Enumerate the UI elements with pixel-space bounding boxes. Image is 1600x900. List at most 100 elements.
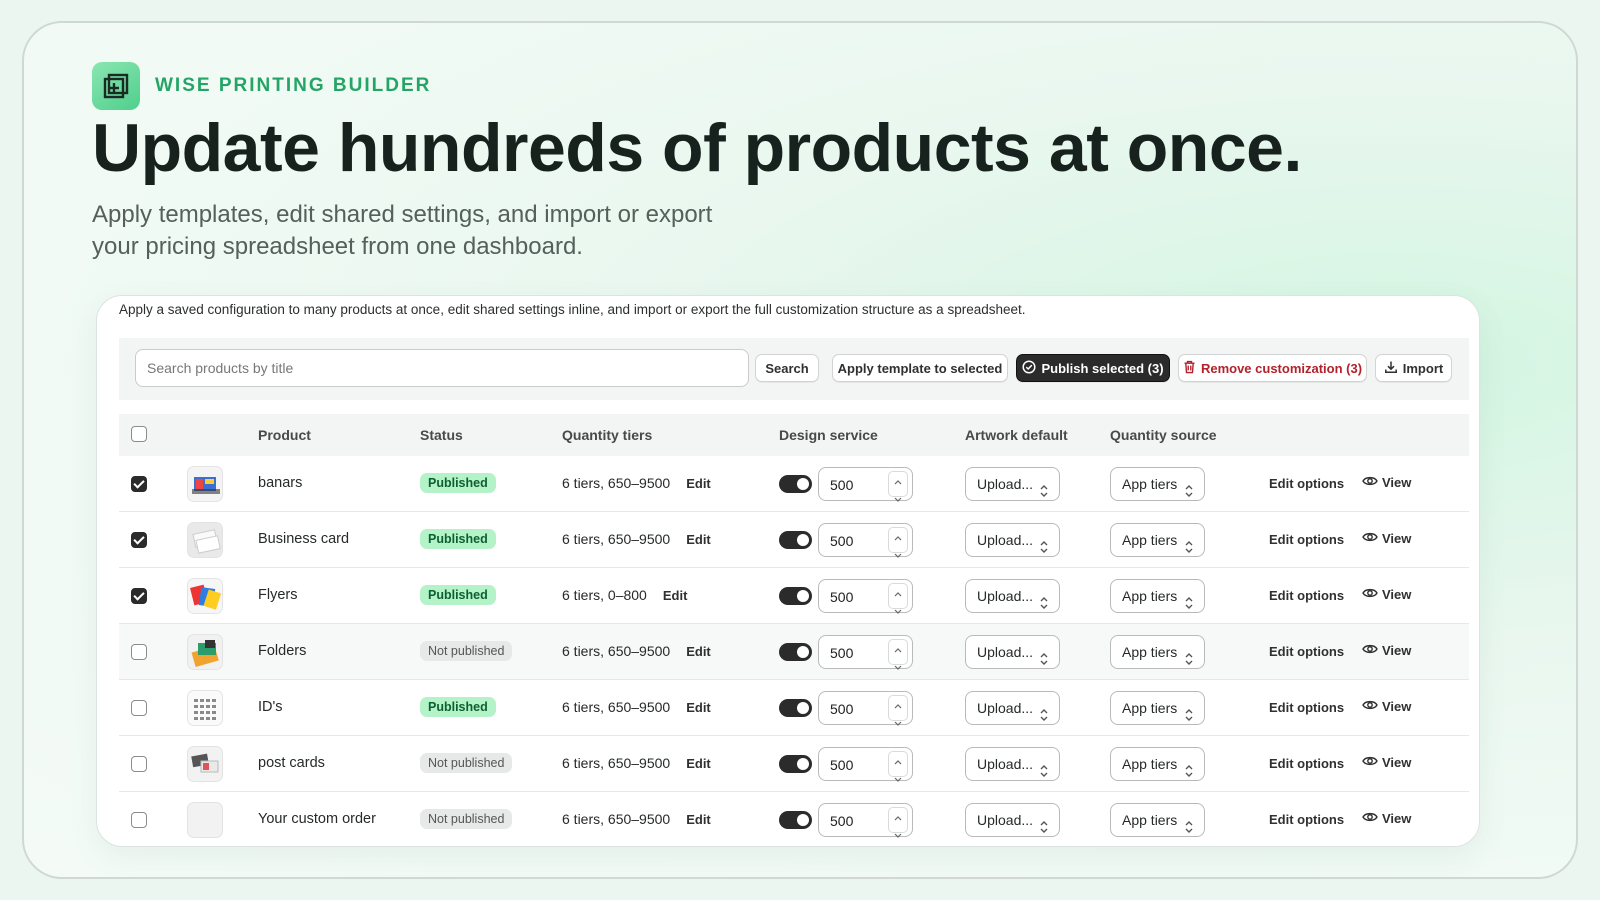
design-service-toggle[interactable]: [779, 643, 812, 661]
remove-customization-button[interactable]: Remove customization (3): [1178, 354, 1367, 382]
column-quantity-tiers[interactable]: Quantity tiers: [562, 427, 652, 443]
apply-template-button[interactable]: Apply template to selected: [832, 354, 1008, 382]
product-name[interactable]: Folders: [258, 643, 306, 659]
row-checkbox[interactable]: [131, 812, 147, 828]
design-price-stepper[interactable]: 500: [818, 467, 913, 502]
select-all-checkbox[interactable]: [131, 426, 147, 442]
publish-selected-button[interactable]: Publish selected (3): [1016, 354, 1170, 382]
brand-name: WISE PRINTING BUILDER: [155, 75, 432, 96]
edit-tiers-link[interactable]: Edit: [663, 588, 688, 603]
quantity-source-select[interactable]: App tiers: [1110, 579, 1205, 613]
product-name[interactable]: Business card: [258, 531, 349, 547]
quantity-tiers-text: 6 tiers, 0–800: [562, 587, 647, 603]
edit-tiers-link[interactable]: Edit: [686, 476, 711, 491]
product-name[interactable]: post cards: [258, 755, 325, 771]
view-link[interactable]: View: [1362, 699, 1411, 714]
chevron-up-icon[interactable]: [893, 696, 903, 714]
edit-tiers-link[interactable]: Edit: [686, 756, 711, 771]
row-checkbox[interactable]: [131, 756, 147, 772]
quantity-tiers-text: 6 tiers, 650–9500: [562, 643, 671, 659]
product-name[interactable]: banars: [258, 475, 302, 491]
design-price-stepper[interactable]: 500: [818, 747, 913, 782]
design-service-toggle[interactable]: [779, 587, 812, 605]
product-name[interactable]: Flyers: [258, 587, 297, 603]
edit-options-link[interactable]: Edit options: [1269, 644, 1344, 659]
quantity-source-select[interactable]: App tiers: [1110, 523, 1205, 557]
view-link[interactable]: View: [1362, 643, 1411, 658]
artwork-default-select[interactable]: Upload...: [965, 635, 1060, 669]
table-header: Product Status Quantity tiers Design ser…: [119, 414, 1469, 456]
product-thumbnail: [187, 634, 223, 670]
quantity-source-select[interactable]: App tiers: [1110, 691, 1205, 725]
edit-options-link[interactable]: Edit options: [1269, 476, 1344, 491]
design-service-toggle[interactable]: [779, 531, 812, 549]
edit-options-link[interactable]: Edit options: [1269, 756, 1344, 771]
search-button[interactable]: Search: [755, 354, 819, 382]
chevron-down-icon[interactable]: [893, 714, 903, 732]
chevron-up-icon[interactable]: [893, 752, 903, 770]
quantity-source-select[interactable]: App tiers: [1110, 747, 1205, 781]
artwork-default-select[interactable]: Upload...: [965, 747, 1060, 781]
search-input[interactable]: [135, 349, 749, 387]
design-service-toggle[interactable]: [779, 475, 812, 493]
edit-options-link[interactable]: Edit options: [1269, 812, 1344, 827]
product-name[interactable]: Your custom order: [258, 811, 376, 827]
design-price-stepper[interactable]: 500: [818, 691, 913, 726]
view-link[interactable]: View: [1362, 755, 1411, 770]
design-price-stepper[interactable]: 500: [818, 803, 913, 838]
check-circle-icon: [1022, 359, 1037, 377]
design-service-toggle[interactable]: [779, 699, 812, 717]
row-checkbox[interactable]: [131, 588, 147, 604]
product-name[interactable]: ID's: [258, 699, 283, 715]
edit-tiers-link[interactable]: Edit: [686, 532, 711, 547]
row-checkbox[interactable]: [131, 700, 147, 716]
edit-options-link[interactable]: Edit options: [1269, 588, 1344, 603]
chevron-down-icon[interactable]: [893, 770, 903, 788]
column-artwork-default[interactable]: Artwork default: [965, 427, 1068, 443]
select-caret-icon: [1039, 813, 1049, 845]
design-service-toggle[interactable]: [779, 811, 812, 829]
design-price-stepper[interactable]: 500: [818, 635, 913, 670]
quantity-source-select[interactable]: App tiers: [1110, 467, 1205, 501]
column-product[interactable]: Product: [258, 427, 311, 443]
chevron-down-icon[interactable]: [893, 602, 903, 620]
design-price-stepper[interactable]: 500: [818, 579, 913, 614]
view-link[interactable]: View: [1362, 531, 1411, 546]
artwork-default-select[interactable]: Upload...: [965, 579, 1060, 613]
column-status[interactable]: Status: [420, 427, 463, 443]
chevron-down-icon[interactable]: [893, 826, 903, 844]
edit-options-link[interactable]: Edit options: [1269, 532, 1344, 547]
chevron-down-icon[interactable]: [893, 490, 903, 508]
edit-tiers-link[interactable]: Edit: [686, 700, 711, 715]
import-button[interactable]: Import: [1375, 354, 1452, 382]
view-link[interactable]: View: [1362, 811, 1411, 826]
design-price-stepper[interactable]: 500: [818, 523, 913, 558]
chevron-up-icon[interactable]: [893, 584, 903, 602]
status-badge: Not published: [420, 641, 513, 661]
quantity-source-select[interactable]: App tiers: [1110, 635, 1205, 669]
view-link[interactable]: View: [1362, 587, 1411, 602]
column-quantity-source[interactable]: Quantity source: [1110, 427, 1217, 443]
view-link[interactable]: View: [1362, 475, 1411, 490]
chevron-down-icon[interactable]: [893, 546, 903, 564]
row-checkbox[interactable]: [131, 532, 147, 548]
chevron-up-icon[interactable]: [893, 640, 903, 658]
design-price-value: 500: [830, 589, 854, 605]
artwork-default-select[interactable]: Upload...: [965, 467, 1060, 501]
chevron-up-icon[interactable]: [893, 472, 903, 490]
chevron-up-icon[interactable]: [893, 808, 903, 826]
edit-tiers-link[interactable]: Edit: [686, 644, 711, 659]
artwork-default-select[interactable]: Upload...: [965, 523, 1060, 557]
view-label: View: [1382, 699, 1412, 714]
column-design-service[interactable]: Design service: [779, 427, 878, 443]
chevron-down-icon[interactable]: [893, 658, 903, 676]
artwork-default-select[interactable]: Upload...: [965, 691, 1060, 725]
edit-tiers-link[interactable]: Edit: [686, 812, 711, 827]
chevron-up-icon[interactable]: [893, 528, 903, 546]
artwork-default-select[interactable]: Upload...: [965, 803, 1060, 837]
edit-options-link[interactable]: Edit options: [1269, 700, 1344, 715]
row-checkbox[interactable]: [131, 644, 147, 660]
row-checkbox[interactable]: [131, 476, 147, 492]
quantity-source-select[interactable]: App tiers: [1110, 803, 1205, 837]
design-service-toggle[interactable]: [779, 755, 812, 773]
